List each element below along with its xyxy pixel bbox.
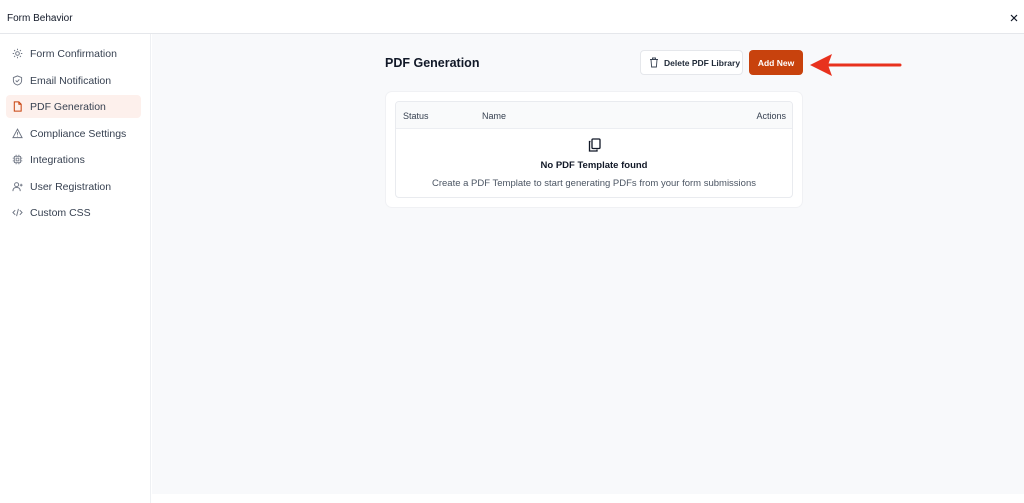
window-titlebar: Form Behavior (0, 0, 1024, 34)
sidebar-item-label: Email Notification (30, 74, 112, 87)
sidebar-item-form-confirmation[interactable]: Form Confirmation (6, 42, 141, 65)
sidebar-item-integrations[interactable]: Integrations (6, 148, 141, 171)
add-new-button[interactable]: Add New (749, 50, 803, 75)
column-header-status: Status (403, 111, 429, 121)
shield-icon (12, 75, 23, 86)
sidebar: Form Confirmation Email Notification PDF… (0, 34, 151, 503)
sidebar-item-label: Integrations (30, 153, 85, 166)
close-icon[interactable] (1008, 11, 1020, 23)
sidebar-item-email-notification[interactable]: Email Notification (6, 69, 141, 92)
sidebar-item-compliance-settings[interactable]: Compliance Settings (6, 122, 141, 145)
gear-icon (12, 48, 23, 59)
copy-icon (588, 138, 601, 152)
sidebar-item-label: PDF Generation (30, 100, 106, 113)
column-header-name: Name (482, 111, 507, 121)
empty-state-title: No PDF Template found (540, 160, 648, 171)
code-icon (12, 207, 23, 218)
document-icon (12, 101, 23, 112)
column-header-actions: Actions (756, 111, 786, 121)
chip-icon (12, 154, 23, 165)
warning-triangle-icon (12, 128, 23, 139)
page-title: PDF Generation (385, 56, 480, 70)
user-plus-icon (12, 181, 23, 192)
delete-button-label: Delete PDF Library (664, 57, 741, 68)
empty-state-description: Create a PDF Template to start generatin… (431, 178, 756, 189)
arrow-annotation-icon (810, 54, 902, 76)
table-header: Status Name Actions (396, 102, 792, 129)
sidebar-item-label: Compliance Settings (30, 127, 127, 140)
sidebar-item-pdf-generation[interactable]: PDF Generation (6, 95, 141, 118)
window-title: Form Behavior (7, 13, 73, 24)
sidebar-item-custom-css[interactable]: Custom CSS (6, 201, 141, 224)
sidebar-item-label: User Registration (30, 180, 112, 193)
trash-icon (649, 57, 659, 68)
sidebar-item-label: Form Confirmation (30, 47, 117, 60)
add-button-label: Add New (757, 57, 795, 68)
sidebar-item-user-registration[interactable]: User Registration (6, 175, 141, 198)
pdf-templates-table: Status Name Actions No PDF Template foun… (395, 101, 793, 198)
delete-pdf-library-button[interactable]: Delete PDF Library (640, 50, 743, 75)
sidebar-item-label: Custom CSS (30, 206, 91, 219)
